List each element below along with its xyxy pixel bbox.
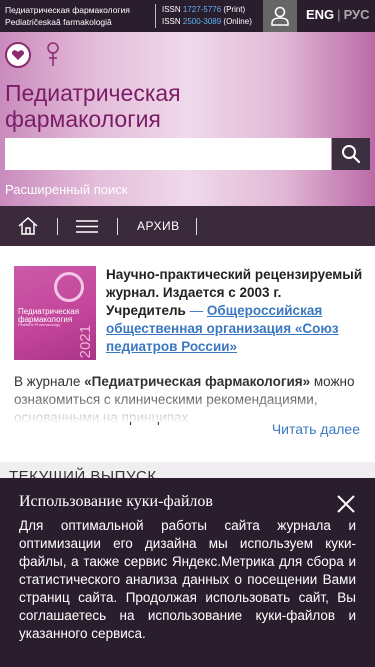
hamburger-menu-icon <box>76 220 98 233</box>
search-input[interactable] <box>5 138 331 170</box>
search-button[interactable] <box>332 138 370 170</box>
cookie-banner: Использование куки-файлов Для оптимально… <box>0 478 375 667</box>
nav-archive-link[interactable]: АРХИВ <box>137 219 180 233</box>
cover-subtitle: Pediatric Pharmacology <box>18 322 61 327</box>
issn-block: ISSN 1727-5776 (Print) ISSN 2500-3089 (O… <box>162 4 252 28</box>
journal-about: Научно-практический рецензируемый журнал… <box>106 266 364 356</box>
home-icon <box>18 216 38 235</box>
issn-print: ISSN 1727-5776 (Print) <box>162 5 246 14</box>
hero-header: Педиатрическая фармакология Расширенный … <box>0 32 375 206</box>
description-journal-name: «Педиатрическая фармакология» <box>84 374 311 389</box>
society-logo[interactable] <box>5 42 31 68</box>
issn-online-number[interactable]: 2500-3089 <box>183 17 221 26</box>
text-fade <box>0 390 375 422</box>
home-button[interactable] <box>17 216 39 241</box>
journal-cover-image[interactable]: Педиатрическая фармакология Pediatric Ph… <box>14 266 96 360</box>
nav-divider <box>196 218 197 235</box>
issn-print-number[interactable]: 1727-5776 <box>183 5 221 14</box>
language-switcher: ENG | РУС <box>306 7 370 22</box>
nav-divider <box>57 218 58 235</box>
menu-button[interactable] <box>76 220 98 238</box>
nav-divider <box>117 218 118 235</box>
heart-emblem-icon <box>11 50 25 60</box>
journal-name-translit: Pediatričeskaâ farmakologiâ <box>5 17 112 27</box>
site-title[interactable]: Педиатрическая фармакология <box>5 80 335 132</box>
issn-online: ISSN 2500-3089 (Online) <box>162 17 252 26</box>
search-icon <box>342 145 361 164</box>
top-bar: Педиатрическая фармакология Pediatričesk… <box>0 0 375 32</box>
cookie-text: Для оптимальной работы сайта журнала и о… <box>19 518 356 641</box>
journal-name-ru: Педиатрическая фармакология <box>5 5 130 15</box>
cookie-close-button[interactable] <box>335 493 357 515</box>
advanced-search-link[interactable]: Расширенный поиск <box>5 182 127 197</box>
cookie-title: Использование куки-файлов <box>19 493 213 510</box>
close-icon <box>337 495 355 513</box>
figure-emblem-icon <box>47 42 59 66</box>
cover-decoration <box>54 272 84 302</box>
topbar-divider <box>155 4 156 28</box>
lang-eng[interactable]: ENG <box>306 7 334 22</box>
read-more-link[interactable]: Читать далее <box>272 421 360 437</box>
publisher-logo[interactable] <box>44 42 62 68</box>
cover-year: 2021 <box>77 324 94 358</box>
lang-rus[interactable]: РУС <box>344 7 370 22</box>
main-nav: АРХИВ <box>0 206 375 246</box>
about-dash: — <box>189 303 204 318</box>
user-icon <box>271 6 289 26</box>
journal-names: Педиатрическая фармакология Pediatričesk… <box>5 4 130 28</box>
user-account-button[interactable] <box>263 0 297 32</box>
